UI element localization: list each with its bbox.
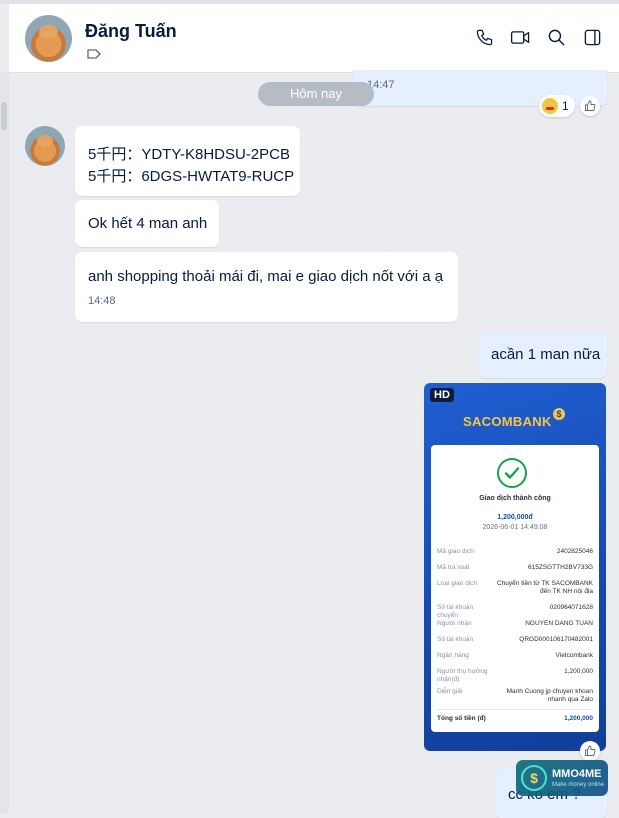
date-separator: Hôm nay (258, 82, 374, 106)
watermark-title: MMO4ME (552, 768, 602, 780)
receipt-row: Người nhận NGUYEN DANG TUAN (437, 620, 593, 627)
receipt-row: Diễn giải Manh Cuong jp chuyen khoan nhan… (437, 688, 593, 703)
message-text: Ok hết 4 man anh (88, 215, 208, 232)
laughing-emoji-icon (542, 98, 558, 114)
video-call-icon[interactable] (509, 26, 531, 48)
thumbs-up-icon (585, 745, 596, 756)
like-reaction-button[interactable] (580, 741, 600, 761)
contact-name[interactable]: Đăng Tuấn (85, 21, 177, 42)
receipt-row: Mã giao dịch 2402825046 (437, 548, 593, 555)
message-text: acần 1 man nữa (491, 346, 601, 363)
my-message-bubble[interactable]: acần 1 man nữa (478, 330, 607, 378)
hd-badge: HD (430, 388, 454, 402)
transaction-datetime: 2026-06-01 14:49:08 (482, 524, 548, 531)
like-reaction-button[interactable] (580, 96, 600, 116)
receipt-row: Người thụ hưởng nhận(đ) 1,200,000 (437, 668, 593, 683)
message-line: 5千円：YDTY-K8HDSU-2PCB (88, 146, 290, 163)
reaction-count: 1 (562, 99, 569, 113)
receipt-card: Giao dịch thành công 1,200,000đ 2026-06-… (431, 445, 599, 732)
message-text: anh shopping thoải mái đi, mai e giao dị… (88, 268, 444, 285)
receipt-row: Số tài khoản chuyển 020964071628 (437, 604, 593, 619)
receipt-row: Loại giao dịch Chuyển tiền từ TK SACOMBAN… (437, 580, 593, 595)
message-bubble[interactable]: anh shopping thoải mái đi, mai e giao dị… (75, 252, 458, 322)
sidebar-toggle-icon[interactable] (581, 26, 603, 48)
contact-avatar[interactable] (25, 15, 72, 62)
message-bubble[interactable]: Ok hết 4 man anh (75, 200, 219, 247)
divider (437, 709, 593, 710)
receipt-row: Số tài khoản QRGD0001061704820​01 (437, 636, 593, 643)
transaction-amount: 1,200,000đ (497, 514, 533, 521)
message-bubble-codes[interactable]: 5千円：YDTY-K8HDSU-2PCB 5千円：6DGS-HWTAT9-RUC… (75, 126, 300, 196)
image-message-bank-receipt[interactable]: HD SACOMBANK $ Giao dịch thành công 1,20… (424, 383, 606, 751)
search-icon[interactable] (545, 26, 567, 48)
thumbs-up-icon (585, 100, 596, 111)
chat-header: Đăng Tuấn (9, 4, 619, 73)
receipt-row: Ngân hàng Vietcombank (437, 652, 593, 659)
phone-icon[interactable] (473, 26, 495, 48)
reaction-summary[interactable]: 1 (539, 95, 575, 117)
watermark-subtitle: Make money online (552, 782, 605, 788)
scrollbar-thumb[interactable] (1, 102, 7, 130)
receipt-row: Mã tra soát 615ZSGTTH2BV733G (437, 564, 593, 571)
label-tag-icon[interactable] (87, 47, 101, 59)
bank-name: SACOMBANK (463, 414, 552, 429)
left-panel-edge (0, 72, 9, 813)
message-time: 14:48 (88, 295, 116, 307)
bank-logo-icon: $ (553, 408, 565, 420)
dollar-coin-icon: $ (521, 765, 547, 791)
success-check-icon (497, 458, 527, 488)
transaction-status: Giao dịch thành công (479, 495, 551, 502)
receipt-total-row: Tổng số tiền (đ) 1,200,000 (437, 715, 593, 722)
message-line: 5千円：6DGS-HWTAT9-RUCP (88, 168, 295, 185)
mmo4me-watermark: $ MMO4ME Make money online (516, 760, 608, 796)
sender-avatar[interactable] (25, 126, 65, 166)
